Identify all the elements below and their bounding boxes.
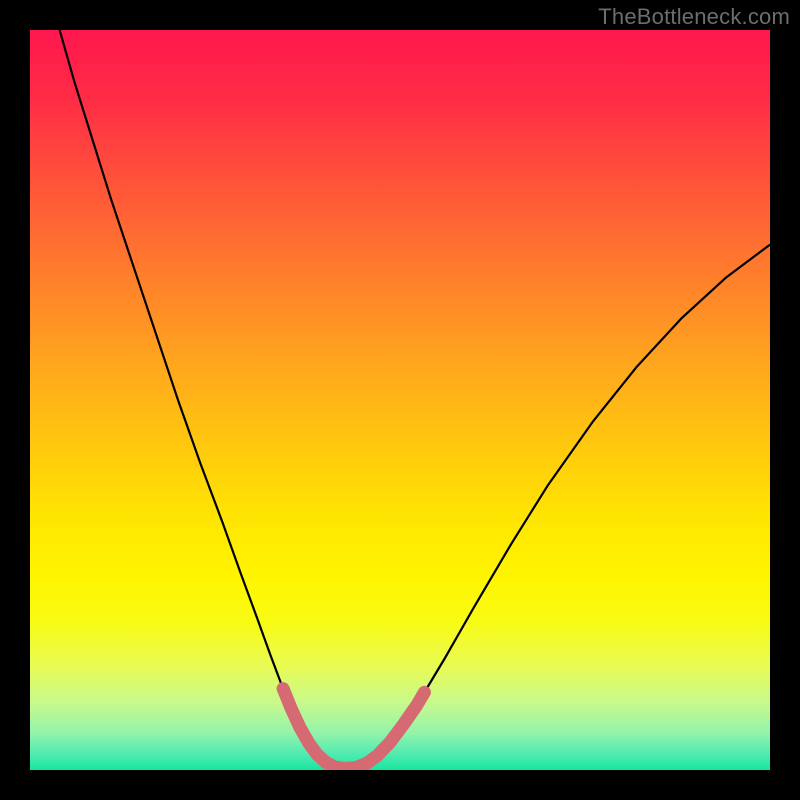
chart-svg [30, 30, 770, 770]
frame: TheBottleneck.com [0, 0, 800, 800]
gradient-background [30, 30, 770, 770]
watermark: TheBottleneck.com [598, 4, 790, 30]
plot-area [30, 30, 770, 770]
